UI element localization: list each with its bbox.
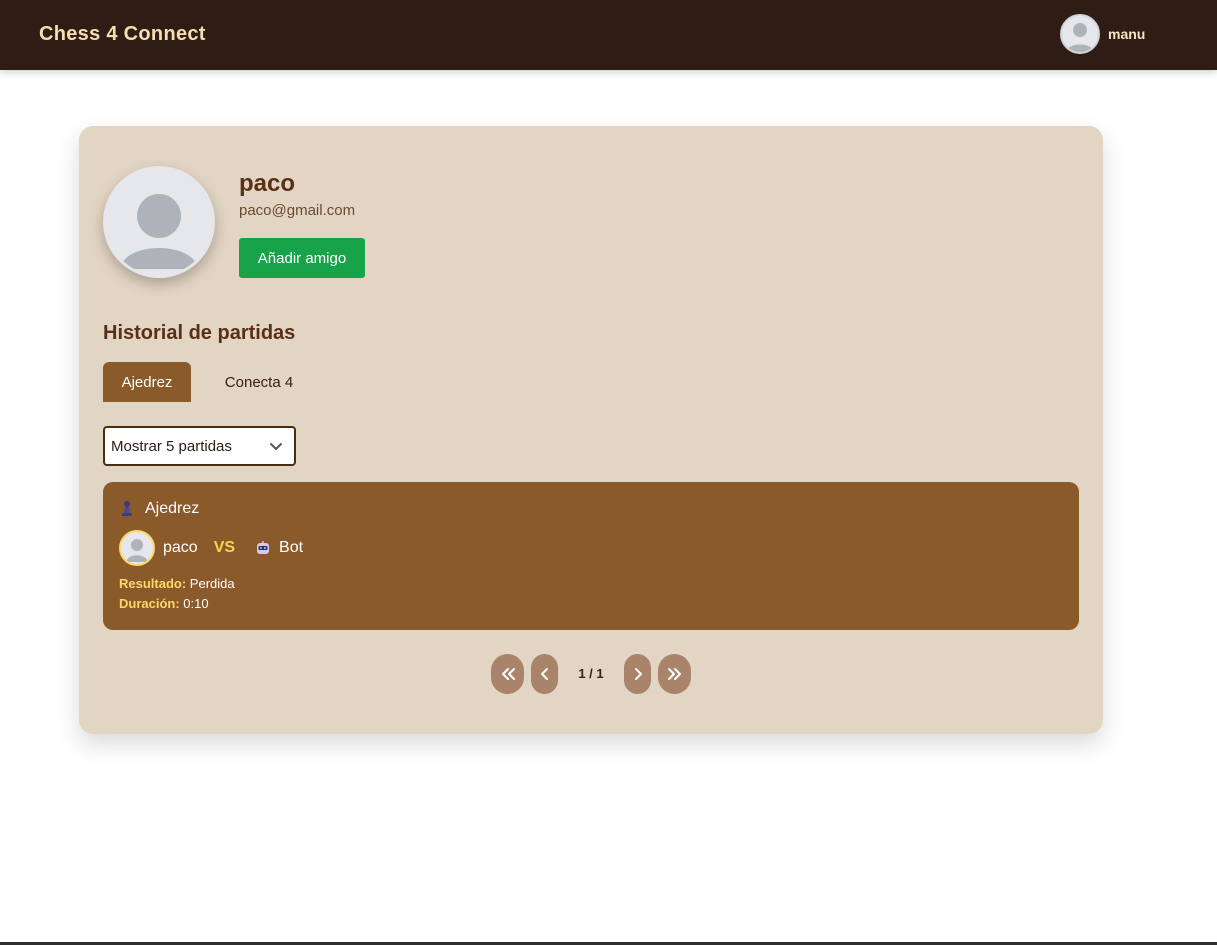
chevrons-left-icon: [501, 668, 515, 680]
result-value: Perdida: [189, 576, 235, 591]
nav-username[interactable]: manu: [1108, 26, 1145, 42]
game-players: paco VS Bot: [119, 530, 303, 566]
chevron-down-icon: [270, 443, 282, 450]
next-page-button[interactable]: [624, 654, 651, 694]
robot-icon: [257, 541, 270, 554]
add-friend-button[interactable]: Añadir amigo: [239, 238, 365, 278]
first-page-button[interactable]: [491, 654, 524, 694]
page-indicator: 1 / 1: [578, 666, 604, 681]
last-page-button[interactable]: [658, 654, 691, 694]
user-menu[interactable]: manu: [1060, 14, 1145, 54]
vs-label: VS: [213, 539, 236, 556]
chevron-right-icon: [634, 668, 642, 680]
brand-logo[interactable]: Chess 4 Connect: [39, 23, 206, 46]
user-avatar-icon[interactable]: [1060, 14, 1100, 54]
duration-value: 0:10: [183, 596, 209, 611]
profile-card: paco paco@gmail.com Añadir amigo Histori…: [79, 126, 1103, 734]
game-type-label: Ajedrez: [145, 500, 200, 517]
history-title: Historial de partidas: [103, 322, 296, 344]
duration-label: Duración:: [119, 596, 180, 611]
chevron-left-icon: [540, 668, 548, 680]
profile-avatar-icon: [103, 166, 215, 278]
game-card[interactable]: Ajedrez paco VS Bot Resultado: Perdida D…: [103, 482, 1079, 630]
player1-name: paco: [163, 539, 198, 556]
page-size-select[interactable]: Mostrar 5 partidas: [103, 426, 296, 466]
profile-name: paco: [239, 170, 296, 197]
tab-connect4[interactable]: Conecta 4: [207, 362, 311, 402]
chess-pawn-icon: [122, 501, 132, 516]
page-size-select-value: Mostrar 5 partidas: [111, 437, 232, 455]
navbar: Chess 4 Connect manu: [0, 0, 1217, 70]
profile-email: paco@gmail.com: [239, 202, 356, 219]
game-duration: Duración: 0:10: [119, 596, 209, 611]
result-label: Resultado:: [119, 576, 187, 591]
player2-name: Bot: [279, 539, 304, 556]
player-avatar-icon: [119, 530, 155, 566]
game-type: Ajedrez: [119, 500, 199, 518]
prev-page-button[interactable]: [531, 654, 558, 694]
tab-chess[interactable]: Ajedrez: [103, 362, 191, 402]
chevrons-right-icon: [667, 668, 681, 680]
game-result: Resultado: Perdida: [119, 576, 235, 591]
